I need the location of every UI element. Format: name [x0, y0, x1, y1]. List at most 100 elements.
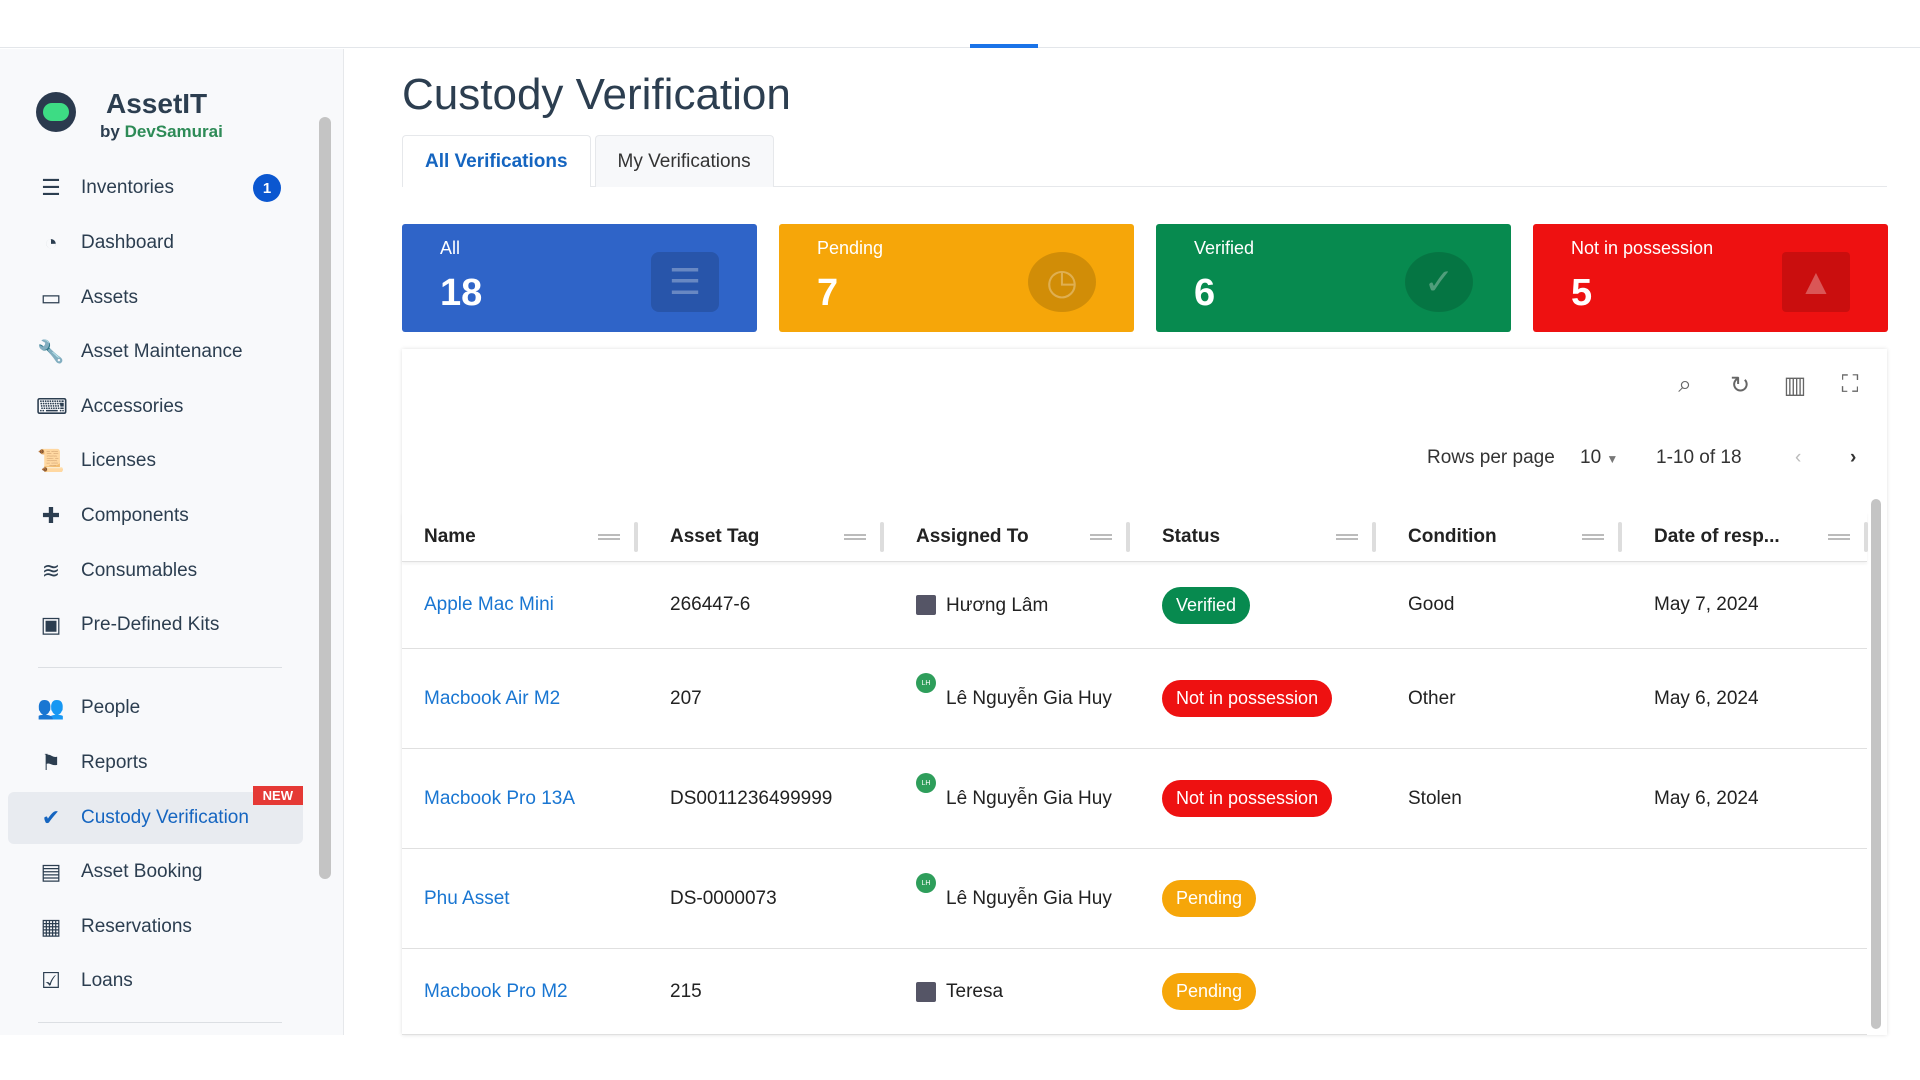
avatar: LH — [916, 673, 936, 693]
top-bar — [0, 0, 1920, 48]
sidebar-item-reports[interactable]: ⚑ Reports — [8, 737, 303, 789]
scroll-icon: 📜 — [37, 448, 65, 473]
fullscreen-icon[interactable]: ⛶ — [1835, 371, 1865, 401]
users-icon: 👥 — [37, 695, 65, 720]
card-label: Not in possession — [1571, 238, 1714, 258]
sidebar-item-assets[interactable]: ▭ Assets — [8, 272, 303, 324]
new-badge: NEW — [252, 786, 303, 805]
check-circle-icon: ✓ — [1405, 252, 1473, 312]
search-icon[interactable]: ⌕ — [1670, 371, 1700, 401]
sidebar-item-custody-verification[interactable]: ✔ Custody Verification NEW — [8, 786, 303, 844]
column-header[interactable]: Assigned To — [916, 512, 1029, 562]
brand-name: AssetIT — [106, 88, 208, 119]
rows-per-page-select[interactable]: 10 ▼ — [1580, 447, 1618, 469]
card-value: 6 — [1194, 272, 1216, 314]
sidebar-scrollbar[interactable] — [319, 117, 331, 879]
calendar-check-icon: ☑ — [41, 968, 61, 993]
refresh-icon[interactable]: ↻ — [1725, 371, 1755, 401]
column-header[interactable]: Condition — [1408, 512, 1497, 562]
condition: Other — [1408, 687, 1456, 709]
asset-name-link[interactable]: Apple Mac Mini — [424, 562, 554, 648]
prev-page-icon[interactable]: ‹ — [1795, 447, 1801, 469]
sidebar-item-label: People — [81, 697, 141, 718]
calendar-icon: ▦ — [40, 914, 62, 939]
sidebar-item-people[interactable]: 👥 People — [8, 682, 303, 734]
response-date: May 6, 2024 — [1654, 687, 1759, 709]
status-badge: Verified — [1162, 586, 1251, 624]
count-badge: 1 — [253, 174, 281, 202]
brand-byline: by DevSamurai — [100, 122, 223, 141]
column-header[interactable]: Date of resp... — [1654, 512, 1780, 562]
sidebar-item-loans[interactable]: ☑ Loans — [8, 955, 303, 1007]
sidebar-item-licenses[interactable]: 📜 Licenses — [8, 435, 303, 487]
sidebar-item-label: Accessories — [81, 396, 184, 417]
asset-tag: DS0011236499999 — [670, 787, 833, 809]
column-menu-icon[interactable] — [844, 534, 866, 540]
booking-icon: ▤ — [40, 859, 62, 884]
condition: Good — [1408, 594, 1455, 615]
logo-icon[interactable] — [36, 92, 76, 132]
flag-icon: ⚑ — [41, 750, 61, 775]
asset-tag: DS-0000073 — [670, 887, 777, 909]
avatar — [916, 595, 936, 615]
status-badge: Not in possession — [1162, 780, 1333, 817]
column-header[interactable]: Status — [1162, 512, 1220, 562]
column-menu-icon[interactable] — [1582, 534, 1604, 540]
table-row[interactable]: Macbook Air M2 207 LH Lê Nguyễn Gia Huy N… — [402, 649, 1867, 749]
column-resize-handle[interactable] — [634, 522, 638, 552]
column-header[interactable]: Name — [424, 512, 476, 562]
clock-icon: ◷ — [1028, 252, 1096, 312]
column-resize-handle[interactable] — [1618, 522, 1622, 552]
table-row[interactable]: Macbook Pro M2 215 Teresa Pending — [402, 949, 1867, 1035]
tab-my-verifications[interactable]: My Verifications — [594, 135, 774, 187]
asset-name-link[interactable]: Macbook Pro 13A — [424, 749, 575, 848]
next-page-icon[interactable]: › — [1850, 447, 1856, 469]
tab-all-verifications[interactable]: All Verifications — [402, 135, 591, 187]
sidebar-item-reservations[interactable]: ▦ Reservations — [8, 901, 303, 953]
column-resize-handle[interactable] — [1126, 522, 1130, 552]
layers-icon: ≋ — [41, 558, 61, 583]
sidebar-divider — [38, 1022, 282, 1023]
asset-name-link[interactable]: Macbook Air M2 — [424, 649, 560, 748]
toolbox-icon: ▣ — [40, 612, 62, 637]
sidebar-item-asset-maintenance[interactable]: 🔧 Asset Maintenance — [8, 326, 303, 378]
sliders-icon: ☰ — [41, 175, 61, 200]
avatar — [916, 981, 936, 1002]
summary-card-pending[interactable]: Pending 7 ◷ — [779, 224, 1134, 332]
column-resize-handle[interactable] — [880, 522, 884, 552]
sidebar-item-components[interactable]: ✚ Components — [8, 490, 303, 542]
sidebar-item-label: Asset Maintenance — [81, 341, 243, 362]
response-date: May 7, 2024 — [1654, 594, 1759, 615]
column-menu-icon[interactable] — [1336, 534, 1358, 540]
table-row[interactable]: Apple Mac Mini 266447-6 Hương Lâm Verifi… — [402, 562, 1867, 649]
asset-name-link[interactable]: Phu Asset — [424, 849, 510, 948]
sidebar-item-accessories[interactable]: ⌨ Accessories — [8, 381, 303, 433]
laptop-icon: ▭ — [40, 285, 62, 310]
sidebar-item-inventories[interactable]: ☰ Inventories 1 — [8, 162, 303, 214]
summary-card-all[interactable]: All 18 ☰ — [402, 224, 757, 332]
column-resize-handle[interactable] — [1372, 522, 1376, 552]
asset-name-link[interactable]: Macbook Pro M2 — [424, 949, 568, 1034]
column-menu-icon[interactable] — [1828, 534, 1850, 540]
column-resize-handle[interactable] — [1864, 522, 1868, 552]
column-header[interactable]: Asset Tag — [670, 512, 759, 562]
column-menu-icon[interactable] — [1090, 534, 1112, 540]
sidebar-item-asset-booking[interactable]: ▤ Asset Booking — [8, 846, 303, 898]
sidebar-item-label: Inventories — [81, 177, 174, 198]
summary-card-verified[interactable]: Verified 6 ✓ — [1156, 224, 1511, 332]
table-row[interactable]: Macbook Pro 13A DS0011236499999 LH Lê Ngu… — [402, 749, 1867, 849]
table-scrollbar[interactable] — [1871, 499, 1881, 1029]
card-value: 18 — [440, 272, 483, 314]
table-row[interactable]: Phu Asset DS-0000073 LH Lê Nguyễn Gia Huy… — [402, 849, 1867, 949]
sidebar-item-dashboard[interactable]: ◔ Dashboard — [8, 217, 303, 269]
summary-card-not-in-possession[interactable]: Not in possession 5 ▲ — [1533, 224, 1888, 332]
columns-icon[interactable]: ▥ — [1780, 371, 1810, 401]
avatar: LH — [916, 873, 936, 893]
column-menu-icon[interactable] — [598, 534, 620, 540]
sidebar-item-label: Components — [81, 505, 189, 526]
status-badge: Not in possession — [1162, 680, 1333, 717]
sidebar-item-label: Asset Booking — [81, 861, 203, 882]
sidebar-item-consumables[interactable]: ≋ Consumables — [8, 545, 303, 597]
sidebar-item-pre-defined-kits[interactable]: ▣ Pre-Defined Kits — [8, 599, 303, 651]
sidebar-item-label: Consumables — [81, 560, 198, 581]
